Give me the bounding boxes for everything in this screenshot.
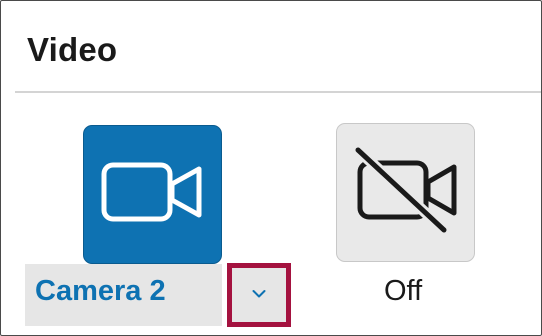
- divider: [15, 91, 541, 93]
- camera-off-label: Off: [384, 275, 423, 307]
- chevron-down-icon: [252, 286, 266, 304]
- section-title: Video: [27, 31, 118, 68]
- video-camera-icon: [99, 160, 207, 229]
- camera-off-button[interactable]: [336, 123, 475, 262]
- camera-dropdown-button[interactable]: [227, 263, 291, 327]
- video-camera-off-icon: [352, 145, 460, 239]
- camera-name-label: Camera 2: [35, 275, 166, 307]
- camera-on-button[interactable]: [83, 125, 222, 264]
- video-panel: Video Camera 2 Off: [0, 0, 542, 336]
